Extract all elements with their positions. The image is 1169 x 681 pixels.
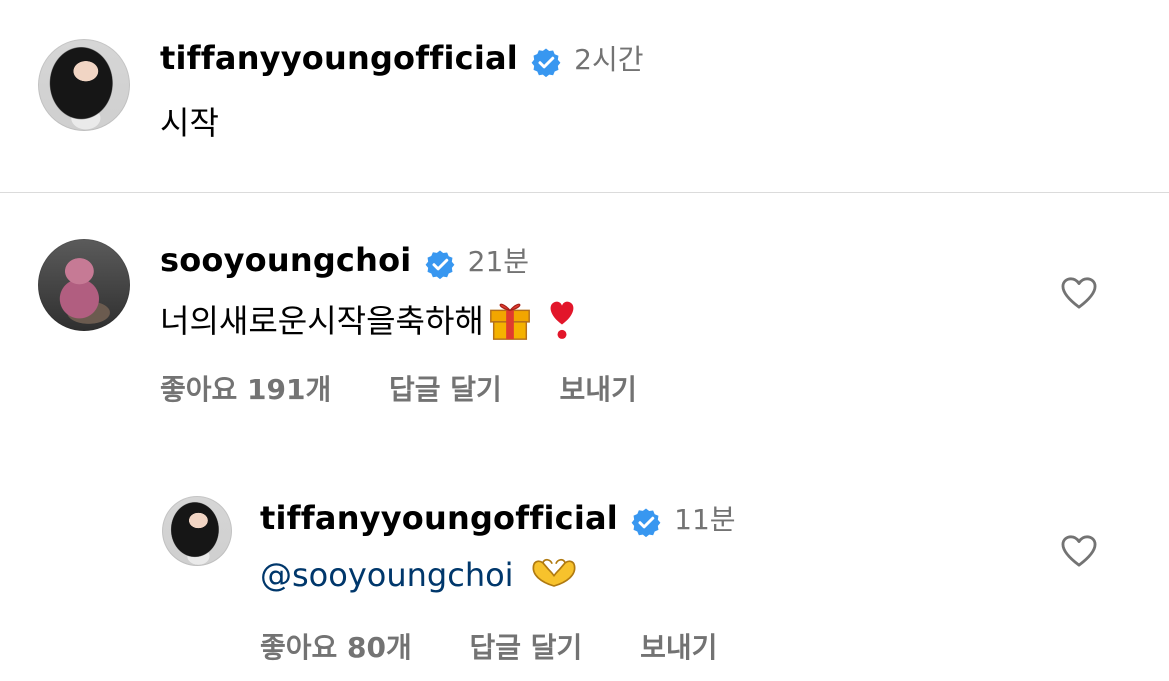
like-comment1-heart-icon[interactable]	[1060, 276, 1098, 310]
divider	[0, 192, 1169, 193]
comment1-text: 너의새로운시작을축하해	[160, 302, 484, 340]
reply1-username[interactable]: tiffanyyoungofficial	[260, 499, 618, 537]
reply1-header: tiffanyyoungofficial 11분	[260, 498, 736, 538]
comment1-body: 너의새로운시작을축하해	[160, 296, 580, 343]
reply1-actions: 좋아요 80개 답글 달기 보내기	[260, 626, 717, 666]
reply1-reply-button[interactable]: 답글 달기	[470, 631, 583, 664]
comment1-actions: 좋아요 191개 답글 달기 보내기	[160, 368, 637, 408]
caption-header: tiffanyyoungofficial 2시간	[160, 38, 643, 78]
gift-emoji	[489, 303, 530, 340]
comment1-header: sooyoungchoi 21분	[160, 240, 529, 280]
verified-badge-icon	[425, 250, 454, 279]
heart-hands-emoji	[532, 558, 576, 587]
caption-username[interactable]: tiffanyyoungofficial	[160, 39, 518, 77]
caption-text: 시작	[160, 104, 219, 142]
comment1-send-button[interactable]: 보내기	[560, 373, 637, 406]
reply1-mention-link[interactable]: @sooyoungchoi	[260, 556, 514, 594]
comment1-time: 21분	[467, 245, 530, 278]
verified-badge-icon	[631, 508, 661, 537]
reply1-time: 11분	[674, 503, 736, 536]
reply1-send-button[interactable]: 보내기	[640, 631, 717, 664]
caption-time: 2시간	[574, 43, 644, 76]
comment1-username[interactable]: sooyoungchoi	[160, 241, 411, 279]
avatar-tiffanyyoungofficial[interactable]	[38, 39, 130, 131]
reply1-body: @sooyoungchoi	[260, 556, 580, 594]
comment1-likes[interactable]: 좋아요 191개	[160, 373, 331, 406]
like-reply1-heart-icon[interactable]	[1060, 534, 1098, 568]
avatar-tiffanyyoungofficial-reply[interactable]	[162, 496, 232, 566]
reply1-likes[interactable]: 좋아요 80개	[260, 631, 412, 664]
avatar-sooyoungchoi[interactable]	[38, 239, 130, 331]
verified-badge-icon	[531, 48, 561, 77]
comment1-reply-button[interactable]: 답글 달기	[389, 373, 502, 406]
heart-exclamation-emoji	[550, 301, 574, 339]
